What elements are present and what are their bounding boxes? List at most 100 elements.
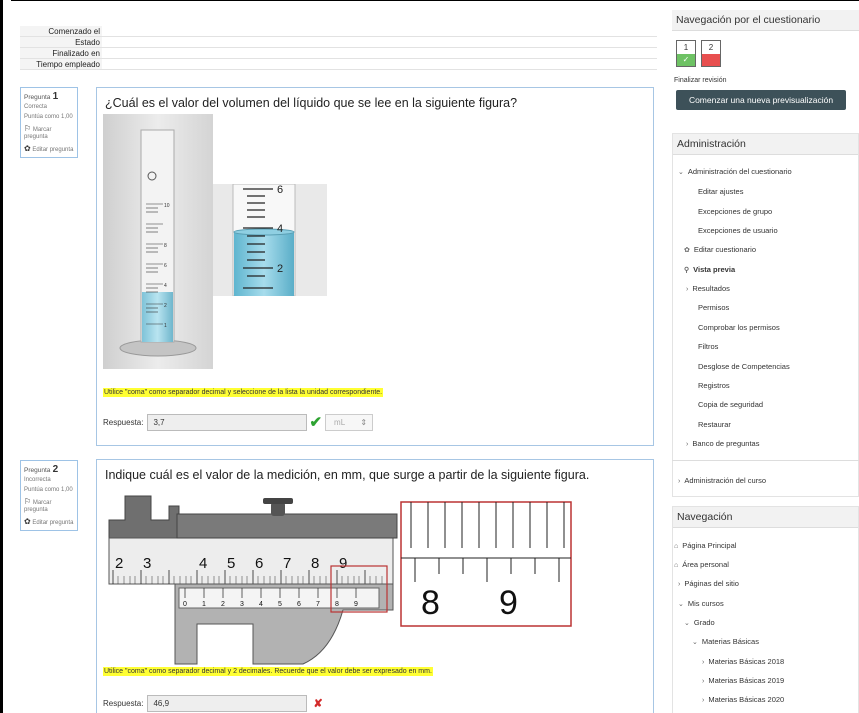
nav-item-home[interactable]: ⌂ Página Principal	[674, 541, 736, 550]
admin-item-label: Banco de preguntas	[692, 439, 760, 448]
admin-item-label: Resultados	[692, 284, 730, 293]
new-preview-button[interactable]: Comenzar una nueva previsualización	[676, 90, 846, 110]
question-1-info: Pregunta 1 Correcta Puntúa como 1,00 ⚐ M…	[20, 87, 78, 158]
nav-item-site-pages[interactable]: › Páginas del sitio	[678, 579, 739, 588]
admin-item-edit-quiz[interactable]: ✿ Editar cuestionario	[684, 245, 756, 254]
home-icon: ⌂	[674, 543, 679, 550]
admin-item-label: Excepciones de grupo	[698, 207, 773, 216]
summary-label: Tiempo empleado	[20, 59, 102, 69]
admin-item-label: Restaurar	[698, 420, 731, 429]
correct-check-icon: ✓	[677, 54, 695, 66]
admin-item-filters[interactable]: Filtros	[698, 342, 718, 351]
edit-question-link[interactable]: ✿ Editar pregunta	[24, 518, 74, 527]
summary-value	[102, 26, 657, 36]
admin-item-label: Administración del curso	[684, 476, 767, 485]
question-state: Correcta	[24, 104, 48, 110]
question-grade: Puntúa como 1,00	[24, 114, 73, 120]
flag-question-link[interactable]: ⚐ Marcar pregunta	[24, 125, 74, 141]
answer-label: Respuesta:	[103, 699, 144, 708]
summary-row: Comenzado el	[20, 26, 657, 37]
edit-question-link[interactable]: ✿ Editar pregunta	[24, 145, 74, 154]
admin-item-results[interactable]: › Resultados	[686, 284, 730, 293]
admin-item-label: Vista previa	[693, 265, 736, 274]
chevron-right-icon: ›	[678, 581, 681, 588]
flag-icon: ⚐	[24, 497, 32, 506]
zoom-mark: 6	[277, 184, 283, 196]
dashboard-icon: ⌂	[674, 562, 679, 569]
vernier-label: 7	[316, 601, 320, 608]
answer-input[interactable]: 46,9	[147, 695, 308, 712]
summary-label: Estado	[20, 37, 102, 47]
nav-item-label: Grado	[693, 618, 715, 627]
question-text: ¿Cuál es el valor del volumen del líquid…	[105, 96, 518, 110]
admin-item-question-bank[interactable]: › Banco de preguntas	[686, 439, 759, 448]
answer-hint: Utilice "coma" como separador decimal y …	[103, 667, 433, 676]
admin-item-check-permissions[interactable]: Comprobar los permisos	[698, 323, 780, 332]
nav-item-grado[interactable]: ⌄ Grado	[684, 618, 715, 627]
gear-icon: ✿	[24, 517, 31, 526]
finish-review-link[interactable]: Finalizar revisión	[674, 77, 727, 84]
admin-item-logs[interactable]: Registros	[698, 381, 730, 390]
chevron-down-icon: ⌄	[692, 639, 698, 646]
edit-label: Editar pregunta	[32, 147, 74, 153]
summary-value	[102, 48, 657, 58]
flag-question-link[interactable]: ⚐ Marcar pregunta	[24, 498, 74, 514]
admin-item-backup[interactable]: Copia de seguridad	[698, 400, 763, 409]
zoom-mark: 2	[277, 263, 283, 275]
cylinder-mark: 1	[164, 323, 167, 329]
nav-item-my-courses[interactable]: ⌄ Mis cursos	[678, 599, 724, 608]
main-scale-label: 8	[311, 555, 319, 572]
admin-item-label: Excepciones de usuario	[698, 226, 778, 235]
answer-input[interactable]: 3,7	[147, 413, 308, 431]
vernier-label: 6	[297, 601, 301, 608]
zoom-caliper-label: 8	[421, 584, 440, 622]
nav-button-number: 1	[683, 43, 689, 52]
edit-label: Editar pregunta	[32, 520, 74, 526]
nav-button-number: 2	[708, 43, 714, 52]
main-scale-label: 2	[115, 555, 123, 572]
question-nav-button-1[interactable]: 1 ✓	[676, 40, 696, 67]
admin-item-edit-settings[interactable]: Editar ajustes	[698, 187, 743, 196]
nav-item-dashboard[interactable]: ⌂ Área personal	[674, 560, 729, 569]
nav-item-label: Materias Básicas 2020	[708, 695, 785, 704]
main-scale-label: 5	[227, 555, 235, 572]
admin-item-user-overrides[interactable]: Excepciones de usuario	[698, 226, 778, 235]
cross-icon: ✘	[313, 698, 323, 710]
nav-item-materias-basicas[interactable]: ⌄ Materias Básicas	[692, 637, 759, 646]
admin-item-label: Copia de seguridad	[698, 400, 764, 409]
admin-item-label: Comprobar los permisos	[698, 323, 780, 332]
summary-row: Finalizado en	[20, 48, 657, 59]
incorrect-marker	[702, 54, 720, 66]
admin-item-competencies[interactable]: Desglose de Competencias	[698, 362, 790, 371]
nav-item-label: Páginas del sitio	[684, 579, 739, 588]
question-nav-button-2[interactable]: 2	[701, 40, 721, 67]
vernier-label: 2	[221, 601, 225, 608]
main-scale-label: 6	[255, 555, 263, 572]
nav-item-materias-2018[interactable]: › Materias Básicas 2018	[702, 657, 784, 666]
nav-item-materias-2020[interactable]: › Materias Básicas 2020	[702, 695, 784, 704]
magnifier-icon: ⚲	[684, 267, 690, 274]
main-scale-label: 3	[143, 555, 151, 572]
admin-item-quiz-admin[interactable]: ⌄ Administración del cuestionario	[678, 167, 792, 176]
admin-item-label: Registros	[698, 381, 730, 390]
admin-item-label: Permisos	[698, 303, 730, 312]
unit-select[interactable]: mL ⇕	[325, 413, 374, 431]
summary-value	[102, 59, 657, 69]
navigation-title: Navegación	[673, 507, 858, 528]
vernier-label: 0	[183, 601, 187, 608]
divider	[672, 460, 859, 461]
admin-item-group-overrides[interactable]: Excepciones de grupo	[698, 207, 772, 216]
question-text: Indique cuál es el valor de la medición,…	[105, 468, 590, 482]
chevron-right-icon: ›	[702, 678, 705, 685]
chevron-right-icon: ›	[702, 697, 705, 704]
nav-item-label: Materias Básicas	[701, 637, 759, 646]
caliper-image: 2 3 4 5 6 7 8 9 0 1 2 3 4 5 6 7 8 9 8 9	[103, 488, 587, 666]
admin-item-restore[interactable]: Restaurar	[698, 420, 731, 429]
nav-item-materias-2019[interactable]: › Materias Básicas 2019	[702, 676, 784, 685]
admin-item-course-admin[interactable]: › Administración del curso	[678, 476, 766, 485]
zoom-caliper-label: 9	[499, 584, 518, 622]
answer-row: Respuesta: 3,7 ✔ mL ⇕	[103, 413, 374, 431]
admin-item-preview[interactable]: ⚲ Vista previa	[684, 265, 735, 274]
nav-item-label: Materias Básicas 2018	[708, 657, 785, 666]
admin-item-permissions[interactable]: Permisos	[698, 303, 729, 312]
